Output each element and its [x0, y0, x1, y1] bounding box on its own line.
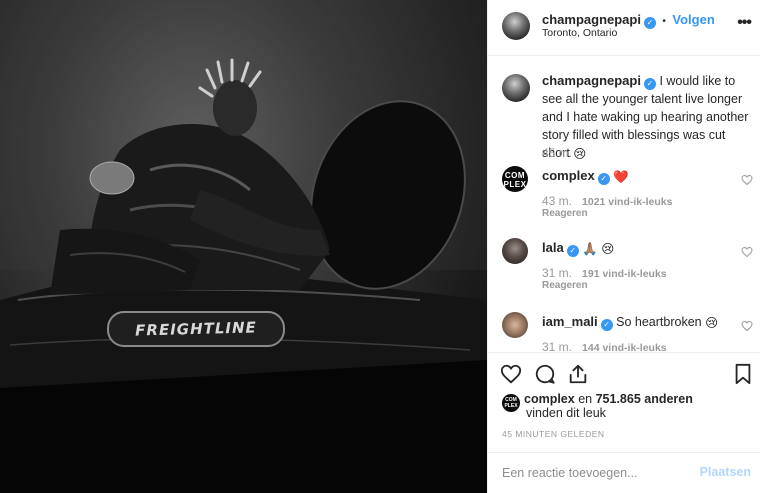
caption-emoji: 😢 — [573, 147, 587, 161]
liker-username[interactable]: complex — [524, 392, 575, 406]
verified-badge-icon: ✓ — [566, 245, 579, 257]
comment-time[interactable]: 31 m. — [542, 266, 572, 280]
likes-count[interactable]: 751.865 anderen — [596, 392, 693, 406]
comment-input[interactable] — [502, 462, 692, 484]
author-avatar[interactable] — [502, 12, 530, 40]
heart-icon[interactable] — [500, 363, 522, 385]
liker-avatar[interactable]: COM PLEX — [502, 394, 520, 412]
caption-entry: champagnepapi ✓ I would like to see all t… — [488, 72, 760, 176]
verified-badge-icon: ✓ — [643, 78, 656, 90]
post-side-panel: champagnepapi ✓ • Volgen Toronto, Ontario… — [487, 0, 760, 493]
likes-connector: en — [578, 392, 593, 406]
comment-emoji: ❤️ — [613, 170, 629, 184]
comment-line: lala ✓ 🙏🏽 😢 — [542, 240, 614, 257]
comment-time[interactable]: 43 m. — [542, 194, 572, 208]
more-horizontal-icon[interactable]: ••• — [737, 14, 752, 32]
heart-icon[interactable] — [741, 174, 753, 186]
comment-time[interactable]: 31 m. — [542, 340, 572, 352]
comment-likes[interactable]: 144 vind-ik-leuks — [582, 342, 667, 352]
comment-item: lala ✓ 🙏🏽 😢 31 m. 191 vind-ik-leuks Reager… — [488, 238, 760, 302]
comments-list[interactable]: champagnepapi ✓ I would like to see all t… — [488, 56, 760, 352]
heart-icon[interactable] — [741, 320, 753, 332]
location-link[interactable]: Toronto, Ontario — [542, 27, 617, 39]
comment-item: iam_mali ✓ So heartbroken 😢 31 m. 144 vind… — [488, 312, 760, 352]
comment-username[interactable]: iam_mali — [542, 314, 598, 329]
comment-bubble-icon[interactable] — [534, 363, 556, 385]
comment-avatar[interactable] — [502, 312, 528, 338]
truck-badge-text: FREIGHTLINE — [134, 318, 258, 340]
photo-illustration — [0, 0, 487, 493]
caption-time[interactable]: 45 m. — [542, 146, 572, 160]
bookmark-icon[interactable] — [733, 363, 753, 385]
heart-icon[interactable] — [741, 246, 753, 258]
likes-summary: COM PLEX complex en 751.865 anderen vinde… — [502, 391, 693, 420]
post-photo[interactable]: FREIGHTLINE — [0, 0, 487, 493]
caption-username[interactable]: champagnepapi — [542, 73, 641, 88]
verified-badge-icon: ✓ — [643, 17, 656, 29]
comment-line: complex ✓ ❤️ — [542, 168, 629, 185]
comment-likes[interactable]: 1021 vind-ik-leuks — [582, 196, 672, 208]
comment-emoji: 🙏🏽 😢 — [582, 242, 615, 256]
add-comment-bar: Plaatsen — [488, 452, 760, 493]
reply-button[interactable]: Reageren — [542, 208, 588, 219]
verified-badge-icon: ✓ — [600, 319, 613, 331]
comment-item: COM PLEX complex ✓ ❤️ 43 m. 1021 vind-ik-l… — [488, 166, 760, 230]
comment-avatar[interactable]: COM PLEX — [502, 166, 528, 192]
post-actions: COM PLEX complex en 751.865 anderen vinde… — [488, 352, 760, 452]
separator-dot: • — [662, 16, 666, 27]
post-comment-button[interactable]: Plaatsen — [700, 465, 751, 479]
comment-emoji: 😢 — [705, 316, 719, 330]
likes-suffix: vinden dit leuk — [526, 406, 606, 420]
comment-username[interactable]: lala — [542, 240, 564, 255]
comment-avatar[interactable] — [502, 238, 528, 264]
comment-meta: 31 m. 191 vind-ik-leuks — [542, 266, 667, 280]
follow-button[interactable]: Volgen — [672, 12, 714, 27]
verified-badge-icon: ✓ — [597, 173, 610, 185]
share-icon[interactable] — [567, 363, 589, 385]
post-header: champagnepapi ✓ • Volgen Toronto, Ontario… — [488, 0, 760, 56]
comment-line: iam_mali ✓ So heartbroken 😢 — [542, 314, 718, 331]
reply-button[interactable]: Reageren — [542, 280, 588, 291]
author-username[interactable]: champagnepapi — [542, 12, 641, 27]
comment-text: So heartbroken — [616, 315, 702, 329]
caption-text: champagnepapi ✓ I would like to see all t… — [542, 72, 750, 163]
comment-likes[interactable]: 191 vind-ik-leuks — [582, 268, 667, 280]
comment-meta: 43 m. 1021 vind-ik-leuks — [542, 194, 672, 208]
comment-meta: 31 m. 144 vind-ik-leuks — [542, 340, 667, 352]
comment-username[interactable]: complex — [542, 168, 595, 183]
caption-avatar[interactable] — [502, 74, 530, 102]
post-timestamp[interactable]: 45 MINUTEN GELEDEN — [502, 429, 605, 439]
